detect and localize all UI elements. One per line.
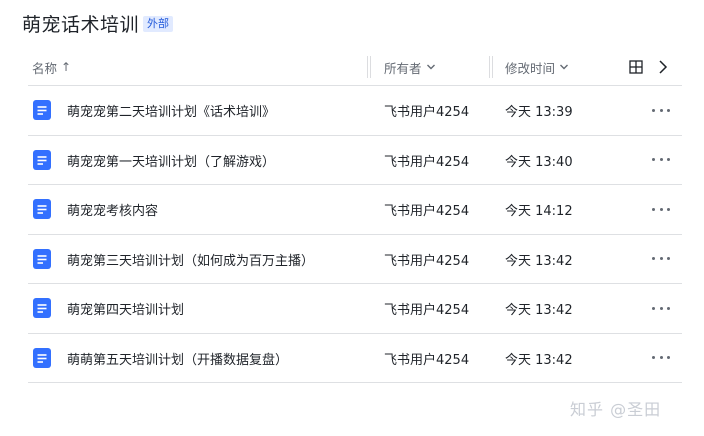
file-modified: 今天 13:42: [505, 253, 573, 269]
table-row[interactable]: 萌宠第三天培训计划（如何成为百万主播） 飞书用户4254 今天 13:42: [28, 235, 682, 285]
chevron-right-icon[interactable]: [657, 59, 669, 75]
table-row[interactable]: 萌宠宠第二天培训计划《话术培训》 飞书用户4254 今天 13:39: [28, 86, 682, 136]
file-name[interactable]: 萌宠宠第二天培训计划《话术培训》: [67, 86, 275, 136]
file-table: 名称 ↑ 所有者 修改时间 萌宠宠第二天培训计划《话术培训》 飞书用户4254 …: [28, 48, 682, 383]
file-name[interactable]: 萌宠宠考核内容: [67, 185, 158, 235]
more-icon[interactable]: [652, 103, 670, 117]
file-name[interactable]: 萌宠宠第一天培训计划（了解游戏）: [67, 136, 275, 186]
arrow-up-icon[interactable]: ↑: [61, 60, 71, 74]
file-owner: 飞书用户4254: [384, 352, 470, 368]
file-owner: 飞书用户4254: [384, 154, 470, 170]
folder-header: 萌宠话术培训 外部: [22, 8, 174, 38]
doc-icon: [33, 199, 51, 219]
doc-icon: [33, 248, 51, 269]
grid-view-icon[interactable]: [629, 60, 643, 74]
file-modified: 今天 14:12: [505, 204, 573, 220]
file-owner: 飞书用户4254: [384, 105, 470, 121]
more-icon[interactable]: [652, 202, 670, 216]
doc-icon: [33, 298, 51, 318]
file-modified: 今天 13:42: [505, 303, 573, 319]
doc-icon: [33, 149, 51, 170]
column-modified-label: 修改时间: [505, 60, 556, 76]
table-row[interactable]: 萌宠宠第一天培训计划（了解游戏） 飞书用户4254 今天 13:40: [28, 136, 682, 186]
chevron-down-icon[interactable]: [559, 62, 569, 72]
table-header: 名称 ↑ 所有者 修改时间: [28, 48, 682, 86]
column-header-owner[interactable]: 所有者: [384, 48, 436, 86]
more-icon[interactable]: [652, 153, 670, 167]
column-resize-handle[interactable]: [367, 56, 371, 78]
chevron-down-icon[interactable]: [426, 62, 436, 72]
more-icon[interactable]: [652, 301, 670, 315]
file-name[interactable]: 萌宠第三天培训计划（如何成为百万主播）: [67, 235, 314, 285]
file-modified: 今天 13:39: [505, 105, 573, 121]
doc-icon: [33, 347, 51, 368]
file-modified: 今天 13:40: [505, 154, 573, 170]
table-row[interactable]: 萌萌第五天培训计划（开播数据复盘） 飞书用户4254 今天 13:42: [28, 334, 682, 384]
more-icon[interactable]: [652, 351, 670, 365]
file-owner: 飞书用户4254: [384, 204, 470, 220]
doc-icon: [33, 100, 51, 120]
file-name[interactable]: 萌萌第五天培训计划（开播数据复盘）: [67, 334, 288, 384]
file-owner: 飞书用户4254: [384, 303, 470, 319]
file-modified: 今天 13:42: [505, 352, 573, 368]
folder-title: 萌宠话术培训: [22, 13, 140, 36]
column-resize-handle[interactable]: [489, 56, 493, 78]
watermark: 知乎 @圣田: [570, 400, 662, 419]
column-header-modified[interactable]: 修改时间: [505, 48, 569, 86]
column-header-name[interactable]: 名称 ↑: [32, 48, 71, 86]
file-name[interactable]: 萌宠第四天培训计划: [67, 284, 184, 334]
external-badge: 外部: [143, 15, 174, 32]
file-owner: 飞书用户4254: [384, 253, 470, 269]
column-name-label: 名称: [32, 60, 58, 76]
file-list-page: 萌宠话术培训 外部 名称 ↑ 所有者 修改时间 萌宠宠第二天培训计划《话术培训》…: [0, 0, 704, 436]
more-icon[interactable]: [652, 252, 670, 266]
column-owner-label: 所有者: [384, 60, 422, 76]
table-row[interactable]: 萌宠第四天培训计划 飞书用户4254 今天 13:42: [28, 284, 682, 334]
table-row[interactable]: 萌宠宠考核内容 飞书用户4254 今天 14:12: [28, 185, 682, 235]
